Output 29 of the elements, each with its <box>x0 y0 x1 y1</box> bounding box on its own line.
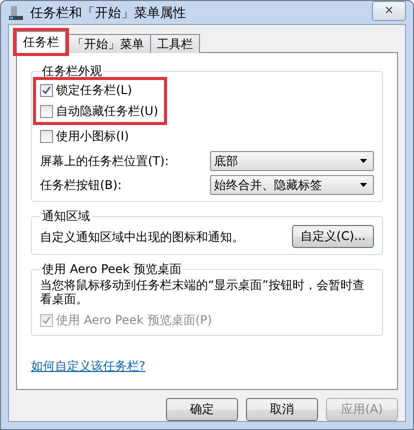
checkbox-label: 使用小图标(I) <box>56 128 129 145</box>
checkmark-icon <box>42 86 51 95</box>
help-link[interactable]: 如何自定义该任务栏? <box>31 358 383 375</box>
dropdown[interactable]: 始终合并、隐藏标签 <box>210 175 374 195</box>
customize-button[interactable]: 自定义(C)... <box>292 225 374 248</box>
dropdown-label: 任务栏按钮(B): <box>40 178 122 192</box>
group-title: 使用 Aero Peek 预览桌面 <box>41 261 182 278</box>
description-text: 自定义通知区域中出现的图标和通知。 <box>40 230 244 244</box>
checkbox-label: 使用 Aero Peek 预览桌面(P) <box>56 312 212 329</box>
dropdown[interactable]: 底部 <box>210 151 374 171</box>
checkbox-label: 锁定任务栏(L) <box>56 82 132 99</box>
window-title: 任务栏和「开始」菜单属性 <box>30 4 187 22</box>
dropdown-label: 屏幕上的任务栏位置(T): <box>40 154 169 168</box>
group-title: 任务栏外观 <box>41 63 103 80</box>
checkmark-icon <box>42 316 51 325</box>
checkbox[interactable] <box>40 130 53 143</box>
tab[interactable]: 任务栏 <box>16 31 66 53</box>
tab[interactable]: 工具栏 <box>150 34 200 53</box>
taskbar-app-icon <box>8 4 24 20</box>
close-button[interactable]: ✕ <box>372 0 406 20</box>
caret-icon <box>360 159 367 163</box>
dialog-button[interactable]: 确定 <box>166 398 238 421</box>
checkbox[interactable] <box>40 84 53 97</box>
caret-icon <box>360 183 367 187</box>
checkbox[interactable] <box>40 105 53 118</box>
dialog-button[interactable]: 取消 <box>246 398 318 421</box>
description-text: 当您将鼠标移动到任务栏末端的“显示桌面”按钮时，会暂时查看桌面。 <box>40 278 364 306</box>
group-title: 通知区域 <box>41 208 91 225</box>
checkbox-label: 自动隐藏任务栏(U) <box>56 103 158 120</box>
